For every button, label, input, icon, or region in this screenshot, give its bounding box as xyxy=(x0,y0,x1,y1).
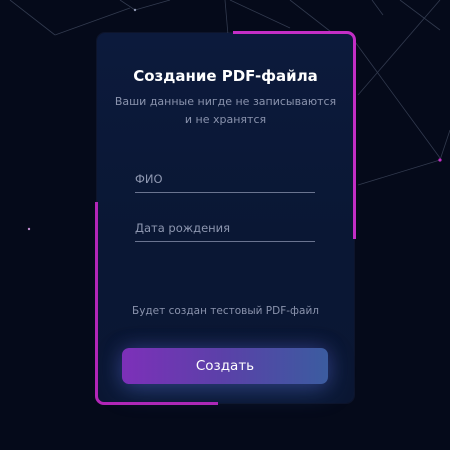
network-node xyxy=(438,158,442,162)
page: Создание PDF-файла Ваши данные нигде не … xyxy=(0,0,450,450)
network-node xyxy=(27,227,31,231)
birthdate-input[interactable] xyxy=(135,215,315,242)
pdf-form-card: Создание PDF-файла Ваши данные нигде не … xyxy=(95,31,356,405)
create-button[interactable]: Создать xyxy=(122,348,328,384)
form-subtitle: Ваши данные нигде не записываются и не х… xyxy=(107,93,344,129)
form-title: Создание PDF-файла xyxy=(133,67,318,85)
accent-border-top-right xyxy=(233,31,356,239)
subtitle-line-1: Ваши данные нигде не записываются xyxy=(114,95,337,108)
info-note: Будет создан тестовый PDF-файл xyxy=(132,305,319,317)
subtitle-line-2: и не хранятся xyxy=(184,113,267,126)
fio-input[interactable] xyxy=(135,166,315,193)
network-node xyxy=(133,8,137,12)
